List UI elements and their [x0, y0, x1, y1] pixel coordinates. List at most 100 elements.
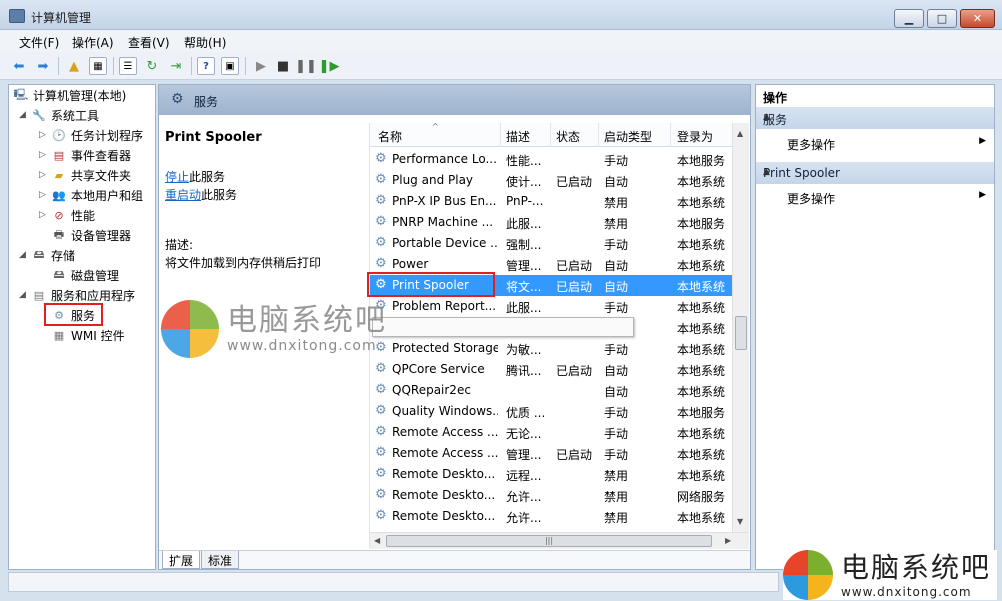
restart-service-icon[interactable]: ❚▶ [319, 57, 340, 75]
table-row[interactable]: ⚙ Remote Deskto... 远程... 禁用 本地系统 [370, 464, 732, 485]
cell-name: Remote Access ... [392, 425, 498, 439]
tree-item-storage[interactable]: 🖴 存储 [31, 246, 75, 264]
table-row[interactable]: ⚙ Portable Device ... 强制... 手动 本地系统 [370, 233, 732, 254]
cell-logon-as: 本地系统 [677, 448, 726, 462]
tree-root[interactable]: 🖳 计算机管理(本地) [13, 86, 127, 104]
table-row[interactable]: ⚙ PnP-X IP Bus En... PnP-... 禁用 本地系统 [370, 191, 732, 212]
scroll-right-icon[interactable]: ▶ [725, 536, 731, 545]
up-folder-icon[interactable]: ▲ [65, 57, 83, 75]
action-section-services[interactable]: 服务 ▲ [756, 107, 994, 129]
stop-service-icon[interactable]: ■ [274, 57, 292, 75]
collapse-caret-icon[interactable]: ▲ [763, 167, 988, 177]
horizontal-scrollbar[interactable]: ◀ ||| ▶ [370, 532, 749, 549]
tree-item-local-users[interactable]: 👥 本地用户和组 [51, 186, 143, 204]
scroll-up-icon[interactable]: ▲ [737, 129, 743, 138]
table-row[interactable]: ⚙ Remote Deskto... 允许... 禁用 本地系统 [370, 506, 732, 527]
horizontal-scroll-thumb[interactable]: ||| [386, 535, 712, 547]
cell-name: Quality Windows... [392, 404, 498, 418]
table-row[interactable]: ⚙ QQRepair2ec 自动 本地系统 [370, 380, 732, 401]
tree-item-performance[interactable]: ⊘ 性能 [51, 206, 95, 224]
refresh-icon[interactable]: ↻ [143, 57, 161, 75]
vertical-scrollbar[interactable]: ▲ ▼ [732, 123, 749, 532]
clock-icon: 🕑 [52, 128, 66, 142]
tree-item-shared-folders[interactable]: ▰ 共享文件夹 [51, 166, 131, 184]
forward-arrow-icon[interactable]: ➡ [34, 57, 52, 75]
cell-name: QPCore Service [392, 362, 485, 376]
action-more-actions-2[interactable]: 更多操作 ▶ [756, 187, 994, 207]
collapse-arrow-icon[interactable]: ◢ [19, 250, 26, 260]
column-divider[interactable] [500, 123, 501, 147]
table-row[interactable]: ⚙ PNRP Machine ... 此服... 禁用 本地服务 [370, 212, 732, 233]
table-row[interactable]: ⚙ QPCore Service 腾讯... 已启动 自动 本地系统 [370, 359, 732, 380]
table-row[interactable]: ⚙ Remote Access ... 管理... 已启动 手动 本地系统 [370, 443, 732, 464]
tree-item-wmi[interactable]: ▦ WMI 控件 [51, 326, 125, 344]
maximize-button[interactable]: □ [927, 9, 957, 28]
show-hide-tree-icon[interactable]: ▦ [89, 57, 107, 75]
tree-item-disk-management[interactable]: 🖴 磁盘管理 [51, 266, 119, 284]
tab-standard[interactable]: 标准 [201, 551, 240, 569]
action-pane-icon[interactable]: ▣ [221, 57, 239, 75]
cell-logon-as: 本地系统 [677, 511, 726, 525]
tab-extended[interactable]: 扩展 [162, 551, 201, 569]
cell-name: Remote Deskto... [392, 509, 496, 523]
cell-status: 已启动 [556, 364, 593, 378]
scroll-down-icon[interactable]: ▼ [737, 517, 743, 526]
back-arrow-icon[interactable]: ⬅ [10, 57, 28, 75]
table-row[interactable]: ⚙ Performance Lo... 性能... 手动 本地服务 [370, 149, 732, 170]
tree-item-event-viewer[interactable]: ▤ 事件查看器 [51, 146, 131, 164]
close-button[interactable]: ✕ [960, 9, 995, 28]
properties-icon[interactable]: ☰ [119, 57, 137, 75]
wmi-icon: ▦ [53, 328, 65, 342]
action-pane: 操作 服务 ▲ 更多操作 ▶ Print Spooler ▲ 更多操作 ▶ [755, 84, 995, 570]
column-status[interactable]: 状态 [556, 128, 580, 145]
column-divider[interactable] [598, 123, 599, 147]
cell-name: PNRP Machine ... [392, 215, 494, 229]
expand-arrow-icon[interactable]: ▷ [39, 190, 46, 200]
table-row[interactable]: ⚙ Quality Windows... 优质 ... 手动 本地服务 [370, 401, 732, 422]
column-divider[interactable] [670, 123, 671, 147]
start-service-icon[interactable]: ▶ [252, 57, 270, 75]
column-logon-as[interactable]: 登录为 [677, 128, 713, 145]
action-more-actions-1[interactable]: 更多操作 ▶ [756, 133, 994, 153]
menu-file[interactable]: 文件(F) [19, 34, 59, 51]
vertical-scroll-thumb[interactable] [735, 316, 747, 350]
column-description[interactable]: 描述 [506, 128, 530, 145]
export-list-icon[interactable]: ⇥ [167, 57, 185, 75]
table-row[interactable]: ⚙ Remote Deskto... 允许... 禁用 网络服务 [370, 485, 732, 506]
expand-arrow-icon[interactable]: ▷ [39, 130, 46, 140]
menu-help[interactable]: 帮助(H) [184, 34, 226, 51]
stop-service-link[interactable]: 停止 [165, 170, 189, 184]
cell-startup-type: 手动 [604, 448, 629, 462]
tree-item-task-scheduler[interactable]: 🕑 任务计划程序 [51, 126, 143, 144]
minimize-button[interactable]: ▁ [894, 9, 924, 28]
tree-item-device-manager[interactable]: 🖶 设备管理器 [51, 226, 131, 244]
column-name[interactable]: 名称 [378, 128, 402, 145]
console-tree: 🖳 计算机管理(本地) ◢ 🔧 系统工具 ▷ 🕑 任务计划程序 ▷ ▤ 事件查看… [8, 84, 156, 570]
collapse-caret-icon[interactable]: ▲ [763, 112, 988, 122]
cell-status: 已启动 [556, 280, 593, 294]
tree-item-system-tools[interactable]: 🔧 系统工具 [31, 106, 99, 124]
expand-arrow-icon[interactable]: ▷ [39, 170, 46, 180]
column-startup-type[interactable]: 启动类型 [604, 128, 652, 145]
tree-item-services-apps[interactable]: ▤ 服务和应用程序 [31, 286, 135, 304]
cell-status: 已启动 [556, 259, 593, 273]
help-icon[interactable]: ? [197, 57, 215, 75]
collapse-arrow-icon[interactable]: ◢ [19, 290, 26, 300]
table-row[interactable]: ⚙ Remote Access ... 无论... 手动 本地系统 [370, 422, 732, 443]
table-row[interactable]: ⚙ Protected Storage 为敏... 手动 本地系统 [370, 338, 732, 359]
expand-arrow-icon[interactable]: ▷ [39, 150, 46, 160]
column-divider[interactable] [550, 123, 551, 147]
restart-service-link[interactable]: 重启动 [165, 188, 201, 202]
table-row[interactable]: ⚙ Plug and Play 使计... 已启动 自动 本地系统 [370, 170, 732, 191]
pause-service-icon[interactable]: ❚❚ [295, 57, 317, 75]
menu-view[interactable]: 查看(V) [128, 34, 170, 51]
table-row[interactable]: ⚙ Problem Report... 此服... 手动 本地系统 [370, 296, 732, 317]
scroll-left-icon[interactable]: ◀ [374, 536, 380, 545]
menu-action[interactable]: 操作(A) [72, 34, 114, 51]
action-section-print-spooler[interactable]: Print Spooler ▲ [756, 162, 994, 184]
expand-arrow-icon[interactable]: ▷ [39, 210, 46, 220]
cell-name: Protected Storage [392, 341, 498, 355]
collapse-arrow-icon[interactable]: ◢ [19, 110, 26, 120]
view-tabs: 扩展 标准 [159, 550, 750, 569]
description-text: 将文件加载到内存供稍后打印 [165, 256, 322, 270]
